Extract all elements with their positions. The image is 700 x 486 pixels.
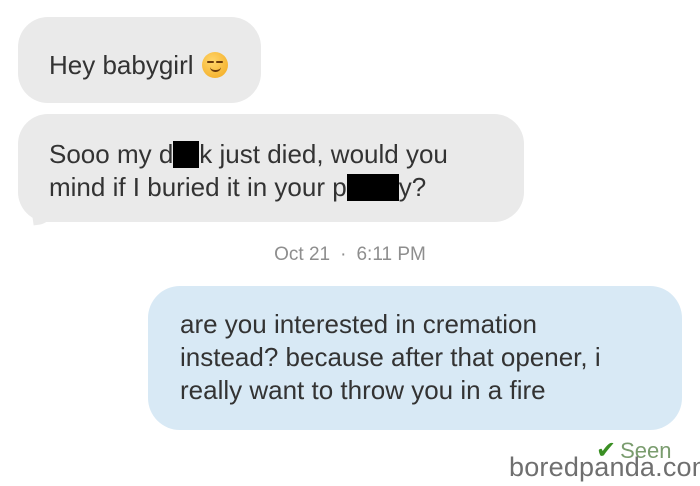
message-text: Sooo my d xyxy=(49,139,174,169)
conversation-view: Hey babygirl Sooo my d k just died, would… xyxy=(0,0,700,486)
timestamp-separator: · xyxy=(340,244,347,265)
timestamp-date: Oct 21 xyxy=(274,244,331,265)
message-text: are you interested in cremation xyxy=(180,309,537,339)
outgoing-message-bubble[interactable]: are you interested in cremation instead?… xyxy=(148,286,682,430)
smirking-face-emoji-icon xyxy=(201,52,228,78)
redaction-block xyxy=(346,174,399,201)
redaction-block xyxy=(173,141,200,168)
message-text: really want to throw you in a fire xyxy=(180,375,546,405)
watermark: boredpanda.com xyxy=(509,452,700,482)
message-text: y? xyxy=(398,172,427,202)
message-text: k just died, would you xyxy=(199,139,448,169)
bubble-tail xyxy=(30,200,56,226)
message-timestamp: Oct 21 · 6:11 PM xyxy=(0,244,700,266)
message-text: mind if I buried it in your p xyxy=(49,172,347,202)
message-text: instead? because after that opener, i xyxy=(180,342,601,372)
message-text: Hey babygirl xyxy=(49,50,194,80)
timestamp-time: 6:11 PM xyxy=(356,244,426,265)
incoming-message-bubble[interactable]: Sooo my d k just died, would you mind if … xyxy=(18,114,524,226)
incoming-message-bubble[interactable]: Hey babygirl xyxy=(18,17,261,103)
